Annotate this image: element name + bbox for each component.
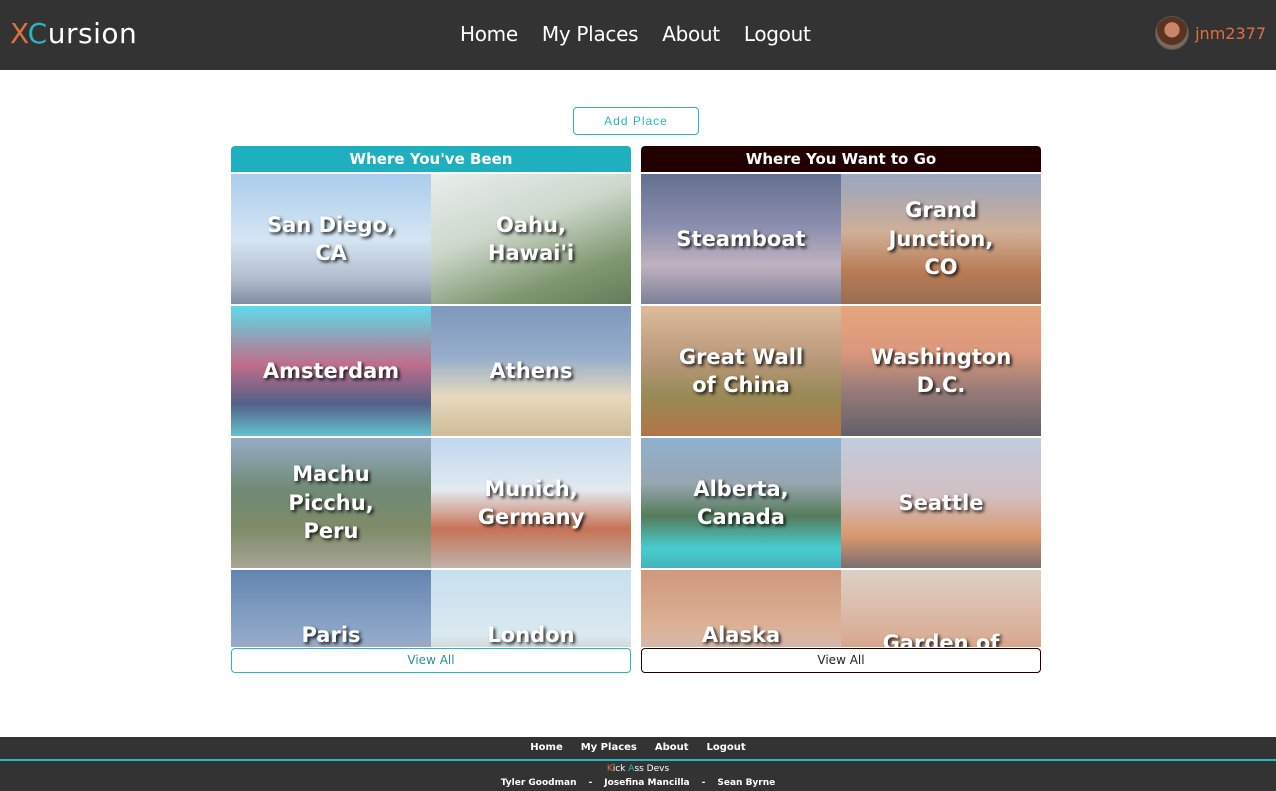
- logo-text: ursion: [47, 17, 138, 50]
- place-tile-athens[interactable]: Athens: [431, 306, 631, 436]
- credit-separator: -: [588, 778, 593, 788]
- place-tile-grand-junction[interactable]: Grand Junction, CO: [841, 174, 1041, 304]
- place-label: Amsterdam: [262, 358, 400, 383]
- footer-divider: [0, 759, 1276, 761]
- place-tile-munich[interactable]: Munich, Germany: [431, 438, 631, 568]
- footer-brand: Kick Ass Devs: [0, 763, 1276, 775]
- footer-nav-home[interactable]: Home: [530, 741, 562, 755]
- place-label: Alaska: [701, 622, 781, 647]
- place-label: Alberta, Canada: [693, 476, 789, 529]
- footer-nav-my-places[interactable]: My Places: [581, 741, 637, 755]
- place-label: San Diego, CA: [267, 212, 395, 265]
- nav-about[interactable]: About: [662, 18, 720, 50]
- nav-home[interactable]: Home: [460, 18, 518, 50]
- footer-nav-about[interactable]: About: [655, 741, 689, 755]
- place-label: Steamboat: [676, 226, 806, 251]
- want-view-all-button[interactable]: View All: [641, 648, 1041, 673]
- add-place-button[interactable]: Add Place: [573, 107, 699, 135]
- place-label: Machu Picchu, Peru: [288, 462, 374, 544]
- place-tile-alaska[interactable]: Alaska: [641, 570, 841, 647]
- place-label: Great Wall of China: [678, 344, 804, 397]
- place-label: Munich, Germany: [477, 476, 585, 529]
- place-tile-seattle[interactable]: Seattle: [841, 438, 1041, 568]
- place-label: London: [487, 622, 575, 647]
- credit-name: Sean Byrne: [717, 778, 776, 788]
- brand-mid: ick: [612, 764, 629, 774]
- been-view-all-button[interactable]: View All: [231, 648, 631, 673]
- want-header: Where You Want to Go: [641, 146, 1041, 172]
- site-logo[interactable]: XCursion: [10, 14, 137, 54]
- footer-nav: Home My Places About Logout: [0, 741, 1276, 755]
- place-tile-paris[interactable]: Paris: [231, 570, 431, 647]
- credit-name: Josefina Mancilla: [604, 778, 690, 788]
- place-label: Washington D.C.: [870, 344, 1012, 397]
- credit-separator: -: [701, 778, 706, 788]
- footer-nav-logout[interactable]: Logout: [707, 741, 746, 755]
- place-tile-steamboat[interactable]: Steamboat: [641, 174, 841, 304]
- place-label: Seattle: [898, 490, 984, 515]
- place-label: Grand Junction, CO: [888, 198, 994, 280]
- footer-credits: Tyler Goodman - Josefina Mancilla - Sean Byr…: [0, 777, 1276, 789]
- footer: Home My Places About Logout Kick Ass Dev…: [0, 737, 1276, 791]
- place-label: Athens: [489, 358, 573, 383]
- logo-c: C: [27, 17, 48, 50]
- place-label: Paris: [301, 622, 361, 647]
- place-tile-alberta[interactable]: Alberta, Canada: [641, 438, 841, 568]
- nav-logout[interactable]: Logout: [744, 18, 811, 50]
- want-column: Where You Want to Go Steamboat Grand Jun…: [641, 146, 1041, 673]
- nav-my-places[interactable]: My Places: [542, 18, 639, 50]
- place-tile-san-diego[interactable]: San Diego, CA: [231, 174, 431, 304]
- brand-rest: ss Devs: [634, 764, 670, 774]
- been-column: Where You've Been San Diego, CA Oahu, Ha…: [231, 146, 631, 673]
- place-tile-great-wall[interactable]: Great Wall of China: [641, 306, 841, 436]
- place-label: Oahu, Hawai'i: [487, 212, 575, 265]
- place-label: Garden of the Gods: [882, 630, 1000, 647]
- place-tile-amsterdam[interactable]: Amsterdam: [231, 306, 431, 436]
- place-tile-machu-picchu[interactable]: Machu Picchu, Peru: [231, 438, 431, 568]
- credit-name: Tyler Goodman: [500, 778, 577, 788]
- logo-x: X: [10, 17, 28, 50]
- place-tile-oahu[interactable]: Oahu, Hawai'i: [431, 174, 631, 304]
- want-grid: Steamboat Grand Junction, CO Great Wall …: [641, 174, 1041, 647]
- main-nav: Home My Places About Logout: [460, 18, 811, 50]
- place-tile-garden-of-the-gods[interactable]: Garden of the Gods: [841, 570, 1041, 647]
- place-tile-london[interactable]: London: [431, 570, 631, 647]
- place-tile-washington-dc[interactable]: Washington D.C.: [841, 306, 1041, 436]
- user-menu[interactable]: jnm2377: [1155, 16, 1266, 50]
- been-grid: San Diego, CA Oahu, Hawai'i Amsterdam At…: [231, 174, 631, 647]
- been-header: Where You've Been: [231, 146, 631, 172]
- top-navbar: XCursion Home My Places About Logout jnm…: [0, 0, 1276, 70]
- username[interactable]: jnm2377: [1195, 24, 1266, 43]
- avatar[interactable]: [1155, 16, 1190, 50]
